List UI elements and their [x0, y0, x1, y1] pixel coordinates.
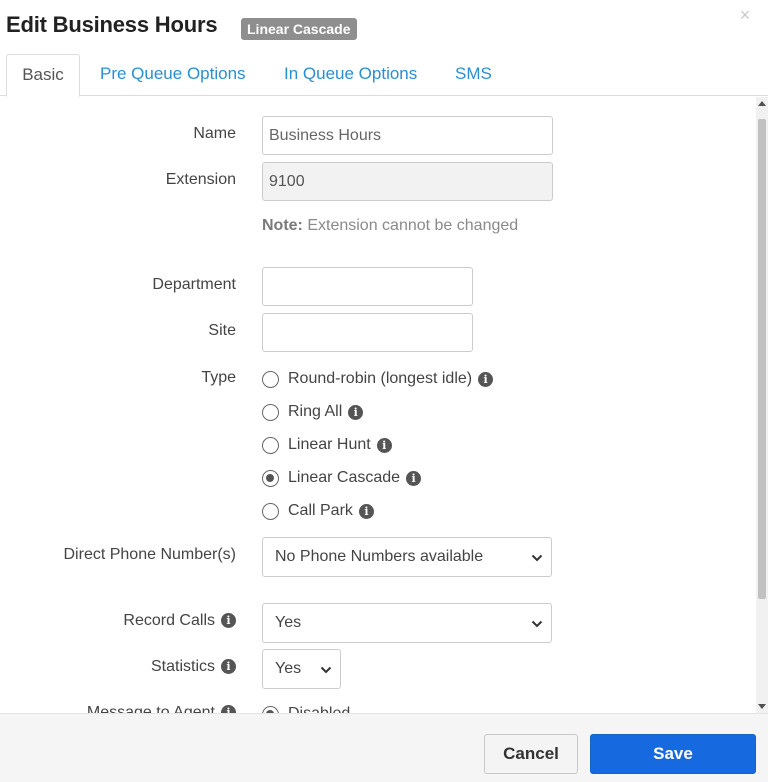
radio-linear-hunt[interactable] [262, 436, 279, 454]
scroll-thumb[interactable] [758, 119, 766, 599]
info-icon[interactable]: i [221, 613, 236, 629]
record-calls-label: Record Calls i [0, 612, 236, 630]
message-to-agent-label: Message to Agent i [0, 704, 236, 713]
site-input[interactable] [262, 313, 473, 352]
note-bold: Note: [262, 217, 303, 234]
radio-message-disabled[interactable] [262, 705, 279, 713]
statistics-label: Statistics i [0, 658, 236, 676]
chevron-down-icon [320, 666, 332, 674]
record-calls-label-text: Record Calls [123, 612, 215, 629]
radio-ring-all[interactable] [262, 403, 279, 421]
info-icon[interactable]: i [358, 503, 374, 519]
radio-label-linear-cascade: Linear Cascade [288, 469, 401, 486]
form-body: Name Business Hours Extension 9100 Note:… [0, 97, 768, 713]
radio-label-ring-all: Ring All [288, 403, 343, 420]
tab-pre-queue-options[interactable]: Pre Queue Options [100, 54, 246, 96]
info-icon[interactable]: i [348, 404, 364, 420]
tab-sms[interactable]: SMS [455, 54, 492, 96]
tab-basic[interactable]: Basic [6, 54, 80, 97]
info-icon[interactable]: i [221, 705, 236, 713]
tab-bar: Basic Pre Queue Options In Queue Options… [0, 54, 768, 97]
info-icon[interactable]: i [406, 470, 422, 486]
extension-note: Note: Extension cannot be changed [262, 217, 518, 235]
info-icon[interactable]: i [478, 371, 494, 387]
radio-round-robin[interactable] [262, 370, 279, 388]
site-label: Site [208, 322, 236, 339]
direct-phone-label: Direct Phone Number(s) [63, 546, 237, 563]
cancel-button[interactable]: Cancel [484, 734, 578, 774]
direct-phone-value: No Phone Numbers available [275, 548, 484, 565]
dialog-title: Edit Business Hours [6, 12, 218, 37]
type-badge: Linear Cascade [241, 18, 357, 40]
radio-label-call-park: Call Park [288, 502, 353, 519]
statistics-value: Yes [275, 660, 302, 677]
message-to-agent-option-disabled[interactable]: Disabled [262, 702, 350, 713]
record-calls-select[interactable]: Yes [262, 603, 552, 643]
type-option-round-robin[interactable]: Round-robin (longest idle) i [262, 367, 494, 391]
tab-in-queue-options[interactable]: In Queue Options [284, 54, 417, 96]
extension-label: Extension [165, 171, 236, 188]
edit-business-hours-dialog: Edit Business Hours Linear Cascade × Bas… [0, 0, 768, 782]
type-option-linear-cascade[interactable]: Linear Cascade i [262, 466, 422, 490]
radio-label-message-disabled: Disabled [288, 705, 350, 713]
department-label: Department [152, 276, 236, 293]
save-button[interactable]: Save [590, 734, 756, 774]
name-label: Name [193, 125, 236, 142]
chevron-down-icon [531, 554, 543, 562]
scroll-down-icon[interactable] [758, 704, 766, 709]
vertical-scrollbar[interactable] [756, 97, 768, 713]
close-icon[interactable]: × [736, 6, 754, 24]
note-text: Extension cannot be changed [302, 217, 519, 234]
department-input[interactable] [262, 267, 473, 306]
type-option-ring-all[interactable]: Ring All i [262, 400, 364, 424]
type-option-call-park[interactable]: Call Park i [262, 499, 374, 523]
radio-linear-cascade[interactable] [262, 469, 279, 487]
record-calls-value: Yes [275, 614, 302, 631]
dialog-footer: Cancel Save [0, 713, 768, 782]
statistics-label-text: Statistics [150, 658, 215, 675]
name-input[interactable]: Business Hours [262, 116, 553, 155]
extension-input: 9100 [262, 162, 553, 201]
direct-phone-select[interactable]: No Phone Numbers available [262, 537, 552, 577]
message-to-agent-label-text: Message to Agent [86, 704, 215, 713]
radio-call-park[interactable] [262, 502, 279, 520]
radio-label-round-robin: Round-robin (longest idle) [288, 370, 473, 387]
type-option-linear-hunt[interactable]: Linear Hunt i [262, 433, 392, 457]
info-icon[interactable]: i [376, 437, 392, 453]
dialog-header: Edit Business Hours Linear Cascade × [0, 0, 768, 52]
type-label: Type [201, 369, 236, 386]
radio-label-linear-hunt: Linear Hunt [288, 436, 371, 453]
info-icon[interactable]: i [221, 659, 236, 675]
scroll-up-icon[interactable] [758, 101, 766, 106]
statistics-select[interactable]: Yes [262, 649, 341, 689]
chevron-down-icon [531, 620, 543, 628]
